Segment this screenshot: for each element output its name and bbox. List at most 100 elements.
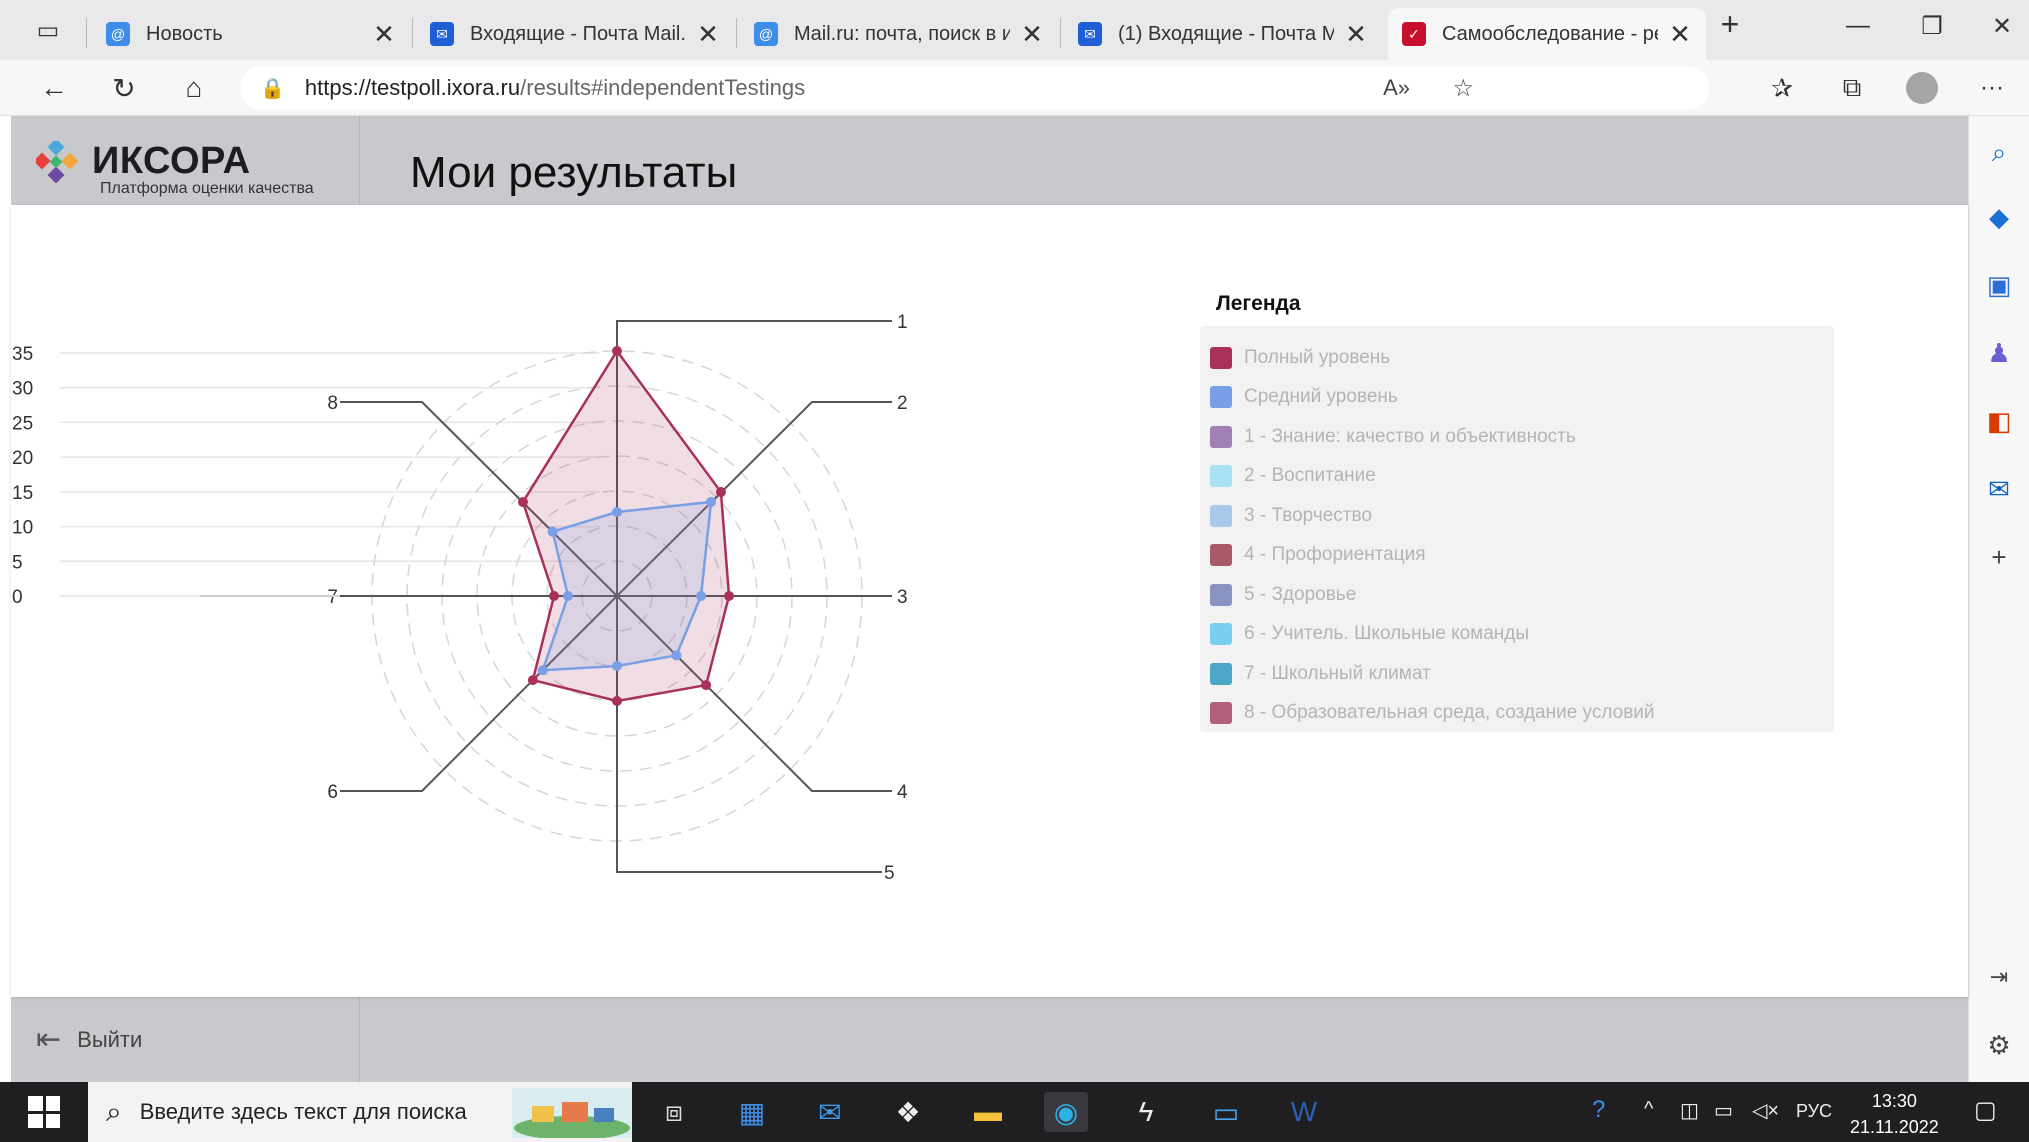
language-indicator[interactable]: РУС (1796, 1101, 1832, 1122)
legend-item[interactable]: Полный уровень (1210, 338, 1824, 378)
legend-swatch (1210, 623, 1232, 646)
legend-label: Полный уровень (1244, 346, 1391, 368)
legend-item[interactable]: 2 - Воспитание (1210, 457, 1824, 497)
logout-icon: ⇤ (36, 1023, 62, 1056)
file-explorer-icon[interactable]: ▬ (966, 1092, 1010, 1132)
series-average-level-point (696, 591, 706, 601)
legend-item[interactable]: 4 - Профориентация (1210, 536, 1824, 576)
legend-label: 2 - Воспитание (1244, 465, 1376, 487)
legend-swatch (1210, 702, 1232, 725)
outlook-icon[interactable]: ✉ (1982, 472, 2016, 506)
close-window-button[interactable]: ✕ (1982, 12, 2022, 41)
scale-tick-label: 5 (12, 552, 23, 573)
logout-label: Выйти (77, 1026, 143, 1052)
legend-item[interactable]: 6 - Учитель. Школьные команды (1210, 615, 1824, 655)
legend-label: Средний уровень (1244, 386, 1398, 408)
legend-item[interactable]: 3 - Творчество (1210, 496, 1824, 536)
scale-tick-label: 10 (12, 518, 33, 539)
games-icon[interactable]: ♟ (1982, 336, 2016, 370)
radar-axis-label: 3 (897, 587, 908, 608)
edge-browser-icon[interactable]: ◉ (1044, 1092, 1088, 1132)
microsoft-store-icon[interactable]: ▦ (730, 1092, 774, 1132)
legend-item[interactable]: 7 - Школьный климат (1210, 654, 1824, 694)
lightning-app-icon[interactable]: ϟ (1124, 1092, 1168, 1132)
scale-tick-label: 15 (12, 483, 33, 504)
task-view-icon[interactable]: ⧈ (652, 1092, 696, 1132)
legend-label: 8 - Образовательная среда, создание усло… (1244, 702, 1655, 724)
legend-item[interactable]: 1 - Знание: качество и объективность (1210, 417, 1824, 457)
scale-tick-label: 30 (12, 379, 33, 400)
taskbar-search[interactable]: ⌕ Введите здесь текст для поиска (88, 1082, 632, 1142)
series-average-level-point (537, 665, 548, 676)
radar-axis-label: 2 (897, 393, 908, 414)
legend-item[interactable]: 5 - Здоровье (1210, 575, 1824, 615)
legend-label: 3 - Творчество (1244, 504, 1372, 526)
series-average-level-point (612, 661, 622, 671)
tools-icon[interactable]: ▣ (1982, 268, 2016, 302)
series-full-level-point (527, 675, 538, 686)
series-full-level-point (701, 680, 712, 691)
legend-label: 6 - Учитель. Школьные команды (1244, 623, 1530, 645)
legend-label: 5 - Здоровье (1244, 583, 1357, 605)
help-icon[interactable]: ? (1592, 1096, 1605, 1124)
search-icon[interactable]: ⌕ (1982, 136, 2016, 170)
series-average-level-point (547, 526, 558, 537)
search-highlight-illustration (512, 1088, 632, 1138)
legend-item[interactable]: Средний уровень (1210, 378, 1824, 418)
shopping-tag-icon[interactable]: ◆ (1982, 200, 2016, 234)
more-menu-icon[interactable]: ··· (1972, 68, 2012, 108)
legend: Полный уровень Средний уровень 1 - Знание:… (1200, 326, 1834, 732)
add-sidebar-app-icon[interactable]: + (1982, 540, 2016, 574)
legend-item[interactable]: 8 - Образовательная среда, создание усло… (1210, 694, 1824, 734)
word-icon[interactable]: W (1282, 1092, 1326, 1132)
legend-swatch (1210, 504, 1232, 527)
scale-tick-label: 25 (12, 413, 33, 434)
settings-gear-icon[interactable]: ⚙ (1982, 1028, 2016, 1062)
legend-label: 7 - Школьный климат (1244, 662, 1431, 684)
dropbox-icon[interactable]: ❖ (886, 1092, 930, 1132)
series-average-level-point (706, 496, 717, 507)
windows-taskbar: ⌕ Введите здесь текст для поиска ⧈ ▦ ✉ ❖… (0, 1082, 2029, 1142)
legend-swatch (1210, 544, 1232, 567)
series-full-level-point (612, 346, 622, 356)
edge-sidebar: ⌕ ◆ ▣ ♟ ◧ ✉ + ⇥ ⚙ (1968, 116, 2029, 1082)
legend-label: 1 - Знание: качество и объективность (1244, 425, 1576, 447)
legend-swatch (1210, 662, 1232, 685)
mail-app-icon[interactable]: ✉ (808, 1092, 852, 1132)
series-full-level-point (517, 496, 528, 507)
clock-date: 21.11.2022 (1850, 1117, 1939, 1137)
legend-swatch (1210, 386, 1232, 409)
radar-axis-label: 6 (327, 782, 338, 803)
scale-tick-label: 35 (12, 344, 33, 365)
series-full-level-point (724, 591, 734, 601)
clock[interactable]: 13:30 21.11.2022 (1850, 1088, 1939, 1140)
radar-axis-label: 4 (897, 782, 908, 803)
legend-swatch (1210, 425, 1232, 448)
clock-time: 13:30 (1871, 1091, 1917, 1111)
hide-sidebar-icon[interactable]: ⇥ (1982, 960, 2016, 994)
search-icon: ⌕ (106, 1095, 122, 1127)
taskbar-search-placeholder: Введите здесь текст для поиска (139, 1099, 467, 1124)
series-average-level-point (612, 507, 622, 517)
windows-start-icon[interactable] (28, 1096, 60, 1128)
radar-axis-label: 7 (327, 587, 338, 608)
remote-desktop-icon[interactable]: ▭ (1204, 1092, 1248, 1132)
legend-title: Легенда (1216, 292, 1301, 315)
legend-swatch (1210, 465, 1232, 488)
logout-button[interactable]: ⇤ Выйти (36, 1022, 142, 1057)
series-full-level-point (715, 487, 726, 498)
volume-muted-icon[interactable]: ◁× (1752, 1098, 1779, 1123)
notifications-icon[interactable]: ▢ (1974, 1096, 1997, 1125)
radar-axis-label: 5 (884, 863, 895, 884)
tray-chevron-icon[interactable]: ^ (1644, 1098, 1653, 1121)
series-average-level-point (563, 591, 573, 601)
series-full-level-point (549, 591, 559, 601)
legend-swatch (1210, 346, 1232, 369)
series-full-level-point (612, 696, 622, 706)
office-icon[interactable]: ◧ (1982, 404, 2016, 438)
meet-now-icon[interactable]: ◫ (1680, 1098, 1699, 1123)
radar-axis-label: 8 (327, 393, 338, 414)
radar-axis-label: 1 (897, 312, 908, 333)
network-icon[interactable]: ▭ (1714, 1098, 1733, 1123)
scale-tick-label: 20 (12, 448, 33, 469)
